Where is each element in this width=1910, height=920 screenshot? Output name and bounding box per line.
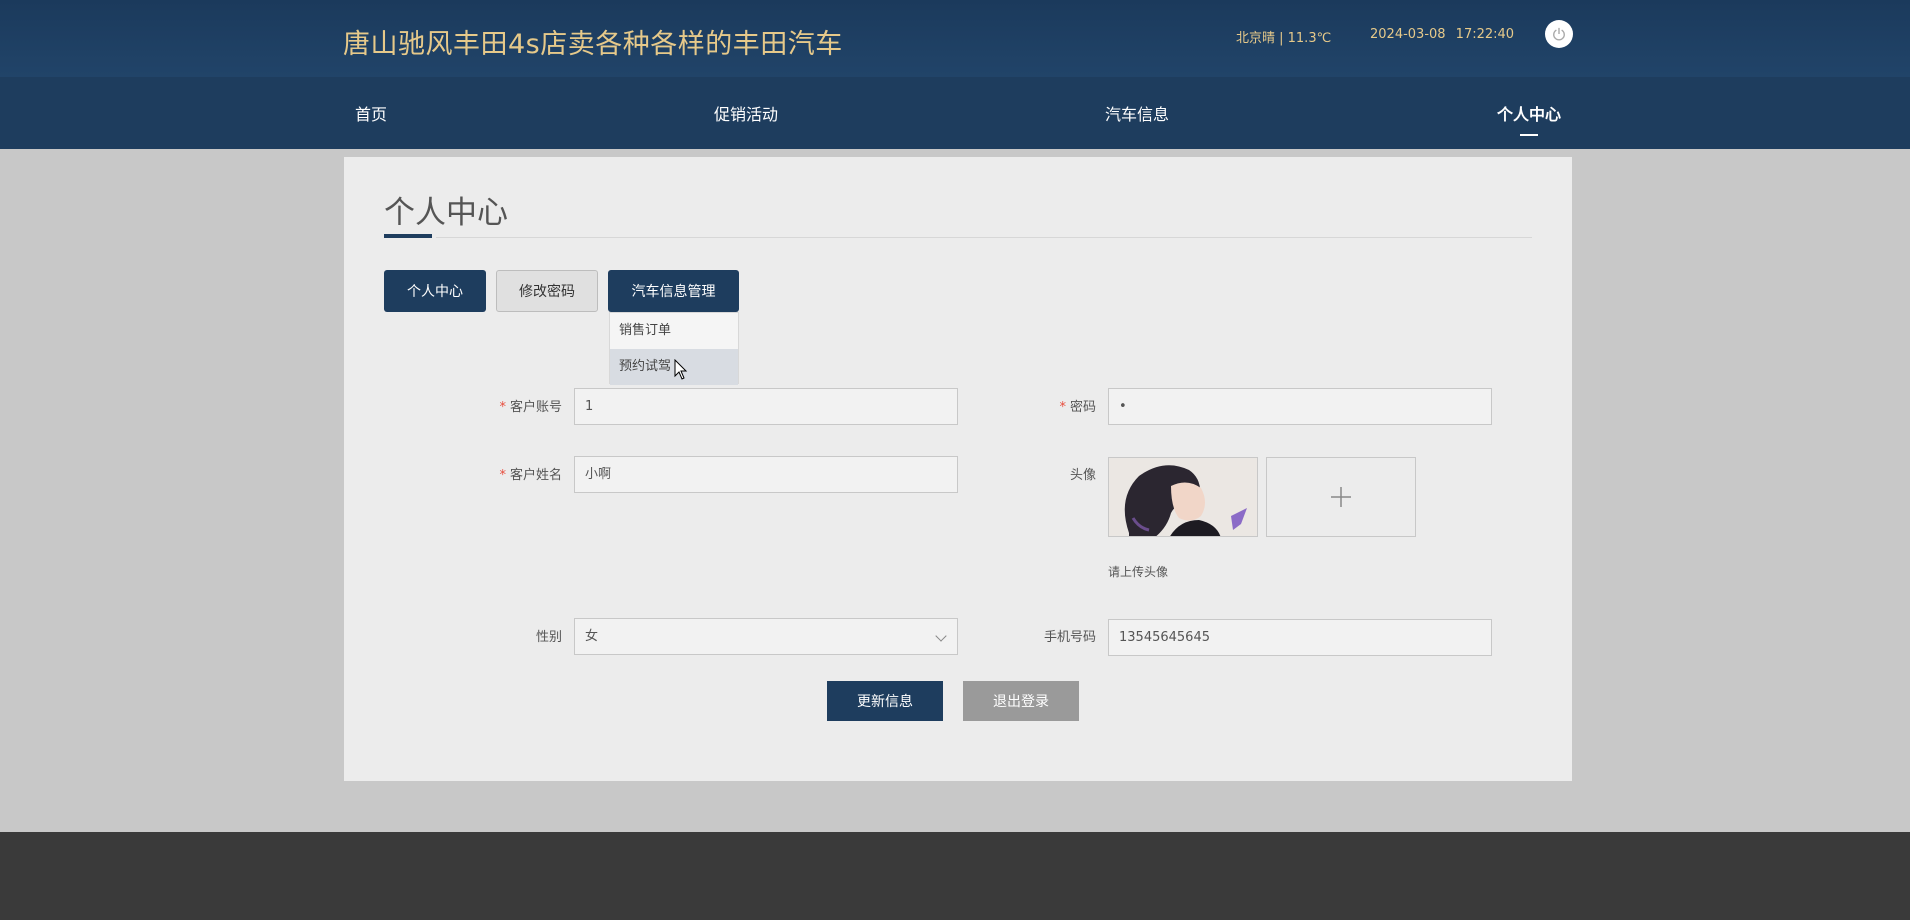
gender-label: 性别 [535,630,562,645]
tab-car-info-manage[interactable]: 汽车信息管理 [608,270,739,312]
title-accent-bar [384,234,432,238]
update-info-button[interactable]: 更新信息 [827,681,943,721]
nav-item-home[interactable]: 首页 [355,101,387,125]
tab-change-password[interactable]: 修改密码 [496,270,598,312]
avatar-upload-box[interactable] [1266,457,1416,537]
dropdown-item-sales-orders[interactable]: 销售订单 [610,313,738,349]
header: 唐山驰风丰田4s店卖各种各样的丰田汽车 北京晴 | 11.3℃ 2024-03-… [0,0,1910,149]
name-input[interactable]: 小啊 [574,456,958,493]
phone-label: 手机号码 [1043,630,1096,645]
datetime: 2024-03-08 17:22:40 [1370,27,1515,42]
account-input[interactable]: 1 [574,388,958,425]
gender-select[interactable]: 女 [574,618,958,655]
nav-item-car-info[interactable]: 汽车信息 [1105,101,1169,125]
avatar-label: 头像 [1069,468,1096,483]
chevron-down-icon [935,630,947,642]
site-title: 唐山驰风丰田4s店卖各种各样的丰田汽车 [343,29,843,60]
nav-item-personal-center[interactable]: 个人中心 [1497,101,1561,125]
power-button[interactable] [1545,20,1573,48]
plus-icon [1331,487,1351,507]
account-label: * 客户账号 [499,400,562,415]
avatar-image[interactable] [1108,457,1258,537]
nav-item-promotions[interactable]: 促销活动 [714,101,778,125]
gender-select-value: 女 [585,629,599,644]
phone-input[interactable]: 13545645645 [1108,619,1492,656]
page-title: 个人中心 [384,195,508,231]
main-nav: 首页 促销活动 汽车信息 个人中心 [0,77,1910,149]
power-icon [1553,27,1565,41]
logout-button[interactable]: 退出登录 [963,681,1079,721]
avatar-portrait [1109,458,1257,536]
header-top-bar: 唐山驰风丰田4s店卖各种各样的丰田汽车 北京晴 | 11.3℃ 2024-03-… [0,0,1910,77]
avatar-upload-hint: 请上传头像 [1108,565,1169,579]
nav-active-underline [1520,134,1538,136]
title-divider [436,237,1532,238]
name-label: * 客户姓名 [499,468,562,483]
password-input[interactable]: • [1108,388,1492,425]
mouse-cursor-icon [674,359,688,380]
password-label: * 密码 [1059,400,1096,415]
weather-info: 北京晴 | 11.3℃ [1236,31,1332,46]
tab-personal-center[interactable]: 个人中心 [384,270,486,312]
footer [0,832,1910,920]
